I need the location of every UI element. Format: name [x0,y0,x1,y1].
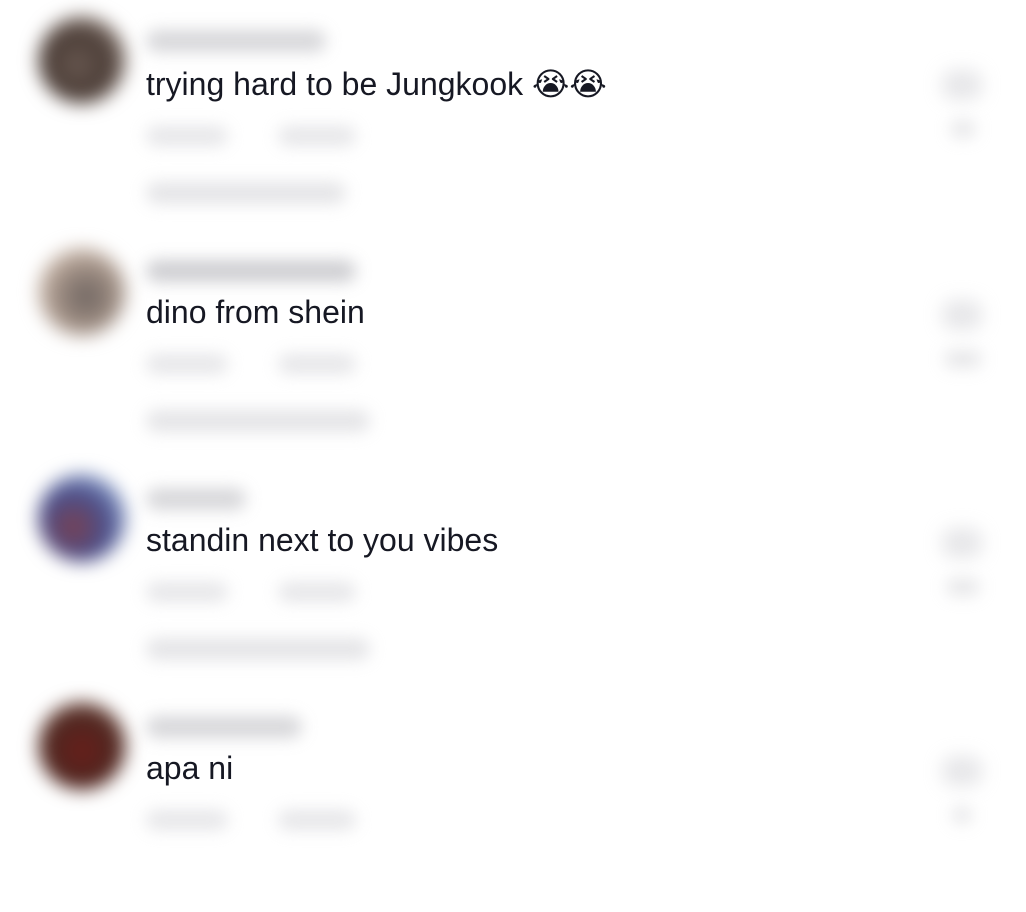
username[interactable] [146,260,356,282]
heart-icon[interactable] [942,756,982,786]
reply-button[interactable] [278,126,356,146]
comment-meta [146,582,386,604]
like-count [944,350,982,368]
avatar[interactable] [38,702,126,790]
username[interactable] [146,716,302,738]
comment-text: standin next to you vibes [146,522,499,558]
comment-item: trying hard to be Jungkook 😭😭 [0,0,1026,228]
username[interactable] [146,30,326,52]
heart-icon[interactable] [942,528,982,558]
username[interactable] [146,488,246,510]
comment-text: trying hard to be Jungkook 😭😭 [146,66,607,102]
view-replies-link[interactable] [146,182,346,204]
avatar[interactable] [38,474,126,562]
timestamp [146,810,228,830]
timestamp [146,354,228,374]
reply-button[interactable] [278,582,356,602]
comment-text: dino from shein [146,294,365,330]
comment-item: dino from shein [0,228,1026,456]
heart-icon[interactable] [942,300,982,330]
timestamp [146,582,228,602]
heart-icon[interactable] [942,70,982,100]
avatar[interactable] [38,16,126,104]
view-replies-link[interactable] [146,638,370,660]
timestamp [146,126,228,146]
avatar[interactable] [38,248,126,336]
reply-button[interactable] [278,354,356,374]
comment-item: apa ni [0,684,1026,912]
comment-meta [146,126,386,148]
reply-button[interactable] [278,810,356,830]
like-count [946,578,980,596]
comment-meta [146,354,386,376]
view-replies-link[interactable] [146,410,370,432]
like-count [950,120,976,138]
comment-item: standin next to you vibes [0,456,1026,684]
like-count [952,806,972,824]
comment-meta [146,810,386,832]
comment-text: apa ni [146,750,234,786]
